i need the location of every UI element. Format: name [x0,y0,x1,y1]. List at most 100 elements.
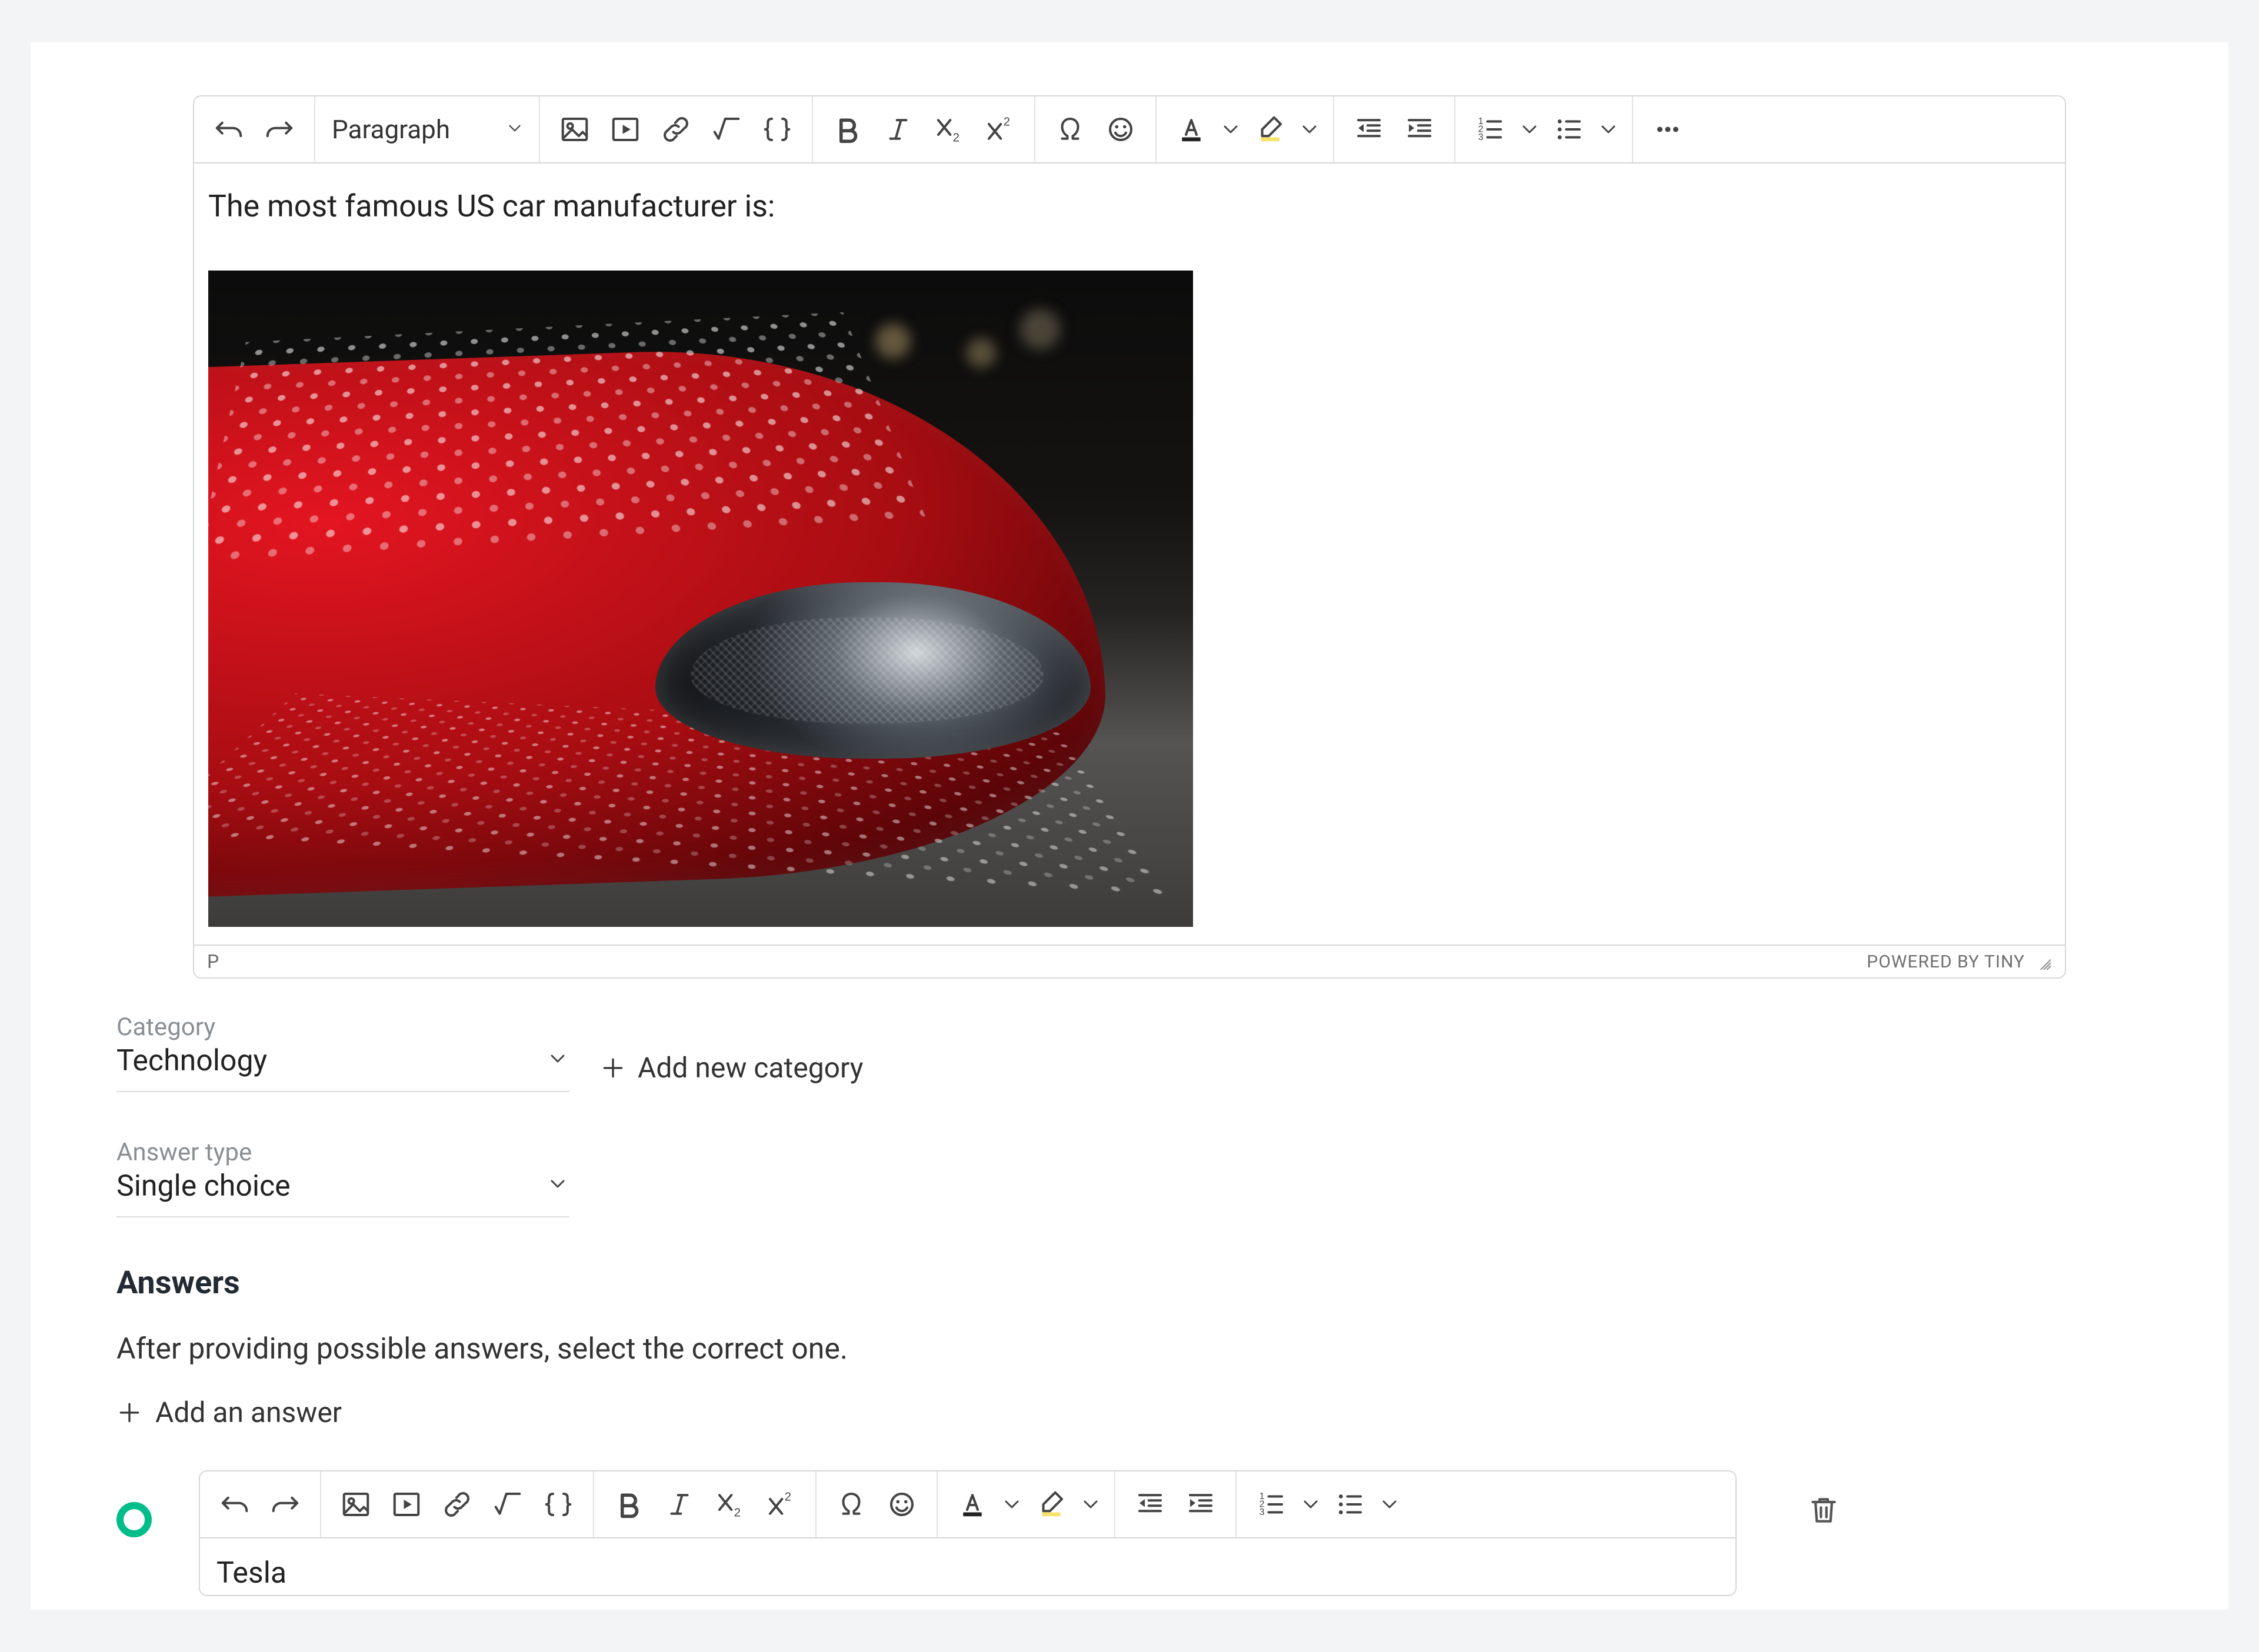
italic-button[interactable] [657,1481,702,1527]
italic-button[interactable] [875,106,921,152]
insert-equation-button[interactable] [704,106,749,152]
indent-button[interactable] [1178,1481,1224,1527]
indent-icon [1185,1489,1217,1520]
history-group [194,96,315,162]
insert-equation-button[interactable] [485,1481,531,1527]
chevron-down-icon [1298,114,1321,145]
ordered-list-icon: 123 [1474,114,1506,145]
play-icon [391,1489,422,1520]
embedded-image[interactable] [208,271,1193,927]
bullet-list-menu[interactable] [1378,1481,1401,1527]
redo-button[interactable] [256,106,302,152]
add-answer-button[interactable]: Add an answer [116,1396,342,1429]
insert-link-button[interactable] [434,1481,480,1527]
subscript-button[interactable]: 2 [926,106,972,152]
chevron-down-icon [1518,114,1541,145]
bold-button[interactable] [825,106,871,152]
insert-image-button[interactable] [333,1481,379,1527]
resize-handle[interactable] [2033,952,2052,971]
more-button[interactable] [1645,106,1691,152]
indent-button[interactable] [1397,106,1442,152]
svg-text:2: 2 [1004,115,1010,128]
history-group [200,1471,321,1537]
highlight-color-button[interactable] [1247,106,1293,152]
answer-type-field: Answer type Single choice [116,1138,569,1217]
text-color-button[interactable] [949,1481,995,1527]
text-color-button[interactable] [1168,106,1214,152]
insert-group [540,96,813,162]
block-format-select[interactable]: Paragraph [315,96,540,162]
answer-text[interactable]: Tesla [200,1538,1735,1595]
chevron-down-icon [505,114,525,145]
answer-type-value: Single choice [116,1169,291,1203]
subscript-button[interactable]: 2 [707,1481,753,1527]
superscript-button[interactable]: 2 [977,106,1022,152]
special-char-button[interactable] [828,1481,874,1527]
bold-button[interactable] [606,1481,652,1527]
answer-type-select[interactable]: Single choice [116,1169,569,1203]
answers-heading: Answers [116,1264,1990,1301]
category-label: Category [116,1013,569,1042]
category-select[interactable]: Technology [116,1044,569,1078]
svg-text:3: 3 [1478,132,1484,142]
add-category-button[interactable]: Add new category [600,1051,863,1084]
highlight-color-menu[interactable] [1298,106,1321,152]
plus-icon [116,1400,142,1426]
numbered-list-menu[interactable] [1518,106,1541,152]
redo-icon [269,1489,301,1520]
bullet-list-button[interactable] [1327,1481,1373,1527]
italic-icon [664,1489,695,1520]
bullet-list-button[interactable] [1546,106,1592,152]
delete-answer-button[interactable] [1807,1494,1853,1540]
emoji-icon [1105,114,1137,145]
insert-code-sample-button[interactable] [754,106,800,152]
indent-group [1115,1471,1237,1537]
question-toolbar: Paragraph [194,96,2065,163]
text-color-menu[interactable] [1219,106,1242,152]
image-icon [340,1489,372,1520]
answers-help-text: After providing possible answers, select… [116,1332,1990,1366]
superscript-button[interactable]: 2 [758,1481,804,1527]
svg-text:2: 2 [734,1506,741,1519]
bullet-list-icon [1553,114,1585,145]
insert-link-button[interactable] [653,106,699,152]
numbered-list-button[interactable]: 123 [1467,106,1513,152]
indent-icon [1404,114,1435,145]
special-char-button[interactable] [1047,106,1093,152]
bullet-list-menu[interactable] [1597,106,1620,152]
highlight-color-menu[interactable] [1079,1481,1102,1527]
emoji-button[interactable] [879,1481,925,1527]
numbered-list-menu[interactable] [1299,1481,1322,1527]
numbered-list-button[interactable]: 123 [1248,1481,1294,1527]
chevron-down-icon [1597,114,1620,145]
plus-icon [600,1055,626,1081]
highlight-color-button[interactable] [1028,1481,1074,1527]
emoji-button[interactable] [1098,106,1144,152]
color-group [1157,96,1334,162]
insert-media-button[interactable] [602,106,648,152]
chevron-down-icon [1000,1489,1024,1520]
bold-icon [613,1489,645,1520]
insert-code-sample-button[interactable] [535,1481,581,1527]
correct-answer-radio[interactable] [116,1502,152,1537]
element-path[interactable]: P [207,950,219,973]
braces-icon [761,114,793,145]
category-field: Category Technology [116,1013,569,1092]
overflow-group [1633,96,1702,162]
add-category-label: Add new category [638,1051,863,1084]
redo-icon [264,114,295,145]
insert-media-button[interactable] [384,1481,429,1527]
list-group: 123 [1237,1471,1413,1537]
outdent-button[interactable] [1346,106,1392,152]
undo-button[interactable] [206,106,252,152]
editor-body[interactable]: The most famous US car manufacturer is: [194,163,2065,945]
redo-button[interactable] [262,1481,308,1527]
insert-image-button[interactable] [552,106,598,152]
text-color-menu[interactable] [1000,1481,1024,1527]
undo-icon [219,1489,251,1520]
undo-button[interactable] [212,1481,258,1527]
add-answer-label: Add an answer [155,1396,342,1429]
outdent-button[interactable] [1127,1481,1173,1527]
sqrt-icon [492,1489,524,1520]
question-text[interactable]: The most famous US car manufacturer is: [208,186,2051,227]
